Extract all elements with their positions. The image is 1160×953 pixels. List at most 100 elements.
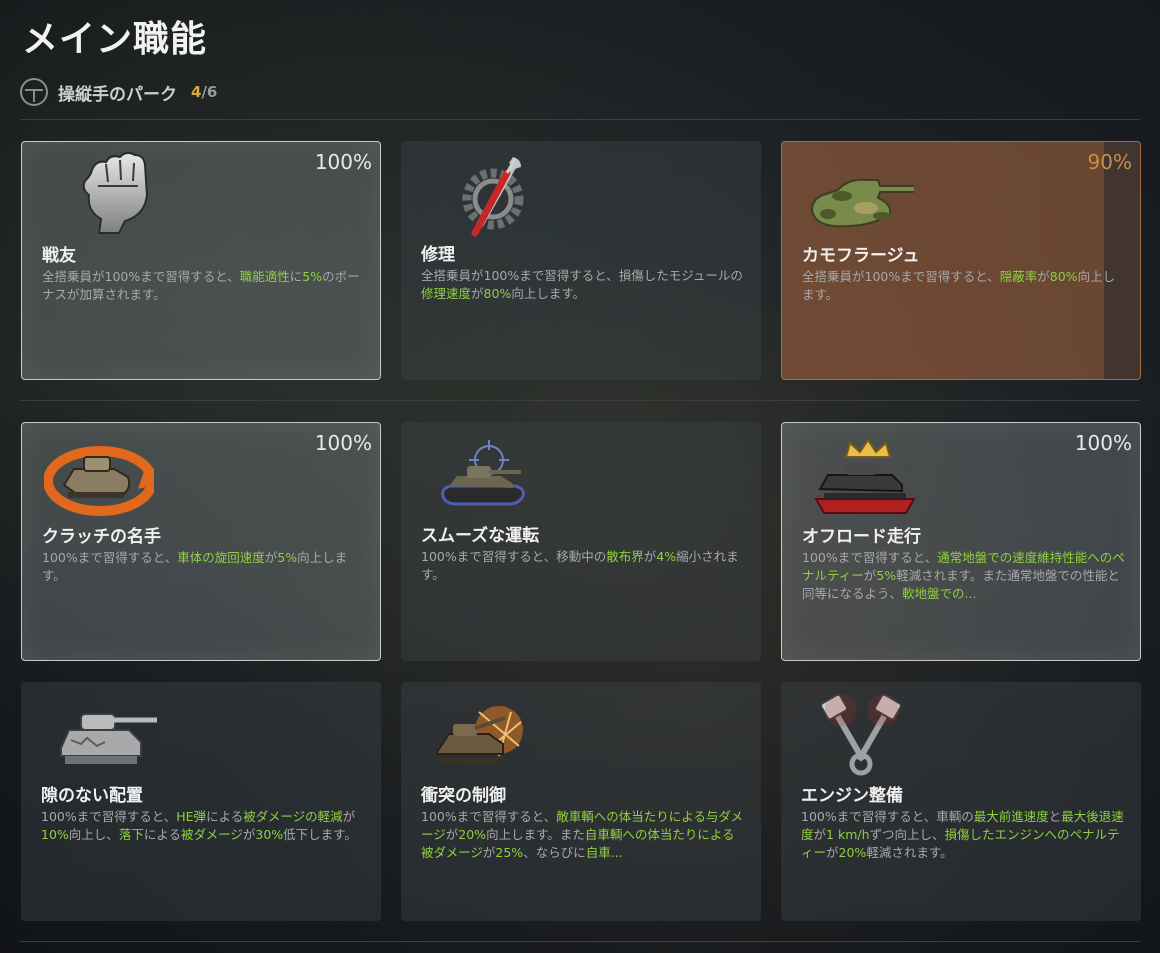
description-text: 、ならびに: [523, 845, 586, 860]
description-text: が: [863, 568, 877, 583]
perk-percent: 100%: [314, 150, 372, 174]
perk-description: 100%まで習得すると、移動中の散布界が4%縮小されます。: [421, 548, 746, 584]
perk-percent: 100%: [314, 431, 372, 455]
perk-card-smooth-ride[interactable]: スムーズな運転 100%まで習得すると、移動中の散布界が4%縮小されます。: [401, 422, 761, 661]
description-text: 100%まで習得すると、: [42, 550, 178, 565]
perk-name: エンジン整備: [801, 786, 903, 806]
pistons-icon: [820, 693, 902, 776]
description-text: による: [206, 809, 244, 824]
perk-count-total: /6: [201, 83, 218, 101]
divider: [20, 941, 1140, 942]
perk-name: 衝突の制御: [421, 786, 506, 806]
perk-card-controlled-impact[interactable]: 衝突の制御 100%まで習得すると、敵車輌への体当たりによる与ダメージが20%向…: [401, 682, 761, 921]
highlight-text: 20%: [838, 845, 867, 860]
description-text: に: [289, 269, 303, 284]
perk-name: 戦友: [42, 246, 76, 266]
perk-name: スムーズな運転: [421, 526, 540, 546]
highlight-text: 1 km/h: [826, 827, 870, 842]
page-title: メイン職能: [22, 19, 208, 60]
highlight-text: 被ダメージ: [180, 827, 243, 842]
description-text: が: [813, 827, 827, 842]
perk-count-current: 4: [191, 83, 202, 101]
description-text: が: [1037, 269, 1050, 284]
perk-card-brothers-in-arms[interactable]: 100% 戦友 全搭乗員が100%まで習得すると、職能適性に5%のボーナスが加算…: [21, 141, 381, 380]
description-text: 100%まで習得すると、: [802, 550, 938, 565]
highlight-text: 4%: [656, 549, 677, 564]
highlight-text: 5%: [302, 269, 323, 284]
perk-card-engine-tuning[interactable]: エンジン整備 100%まで習得すると、車輌の最大前進速度と最大後退速度が1 km…: [781, 682, 1141, 921]
highlight-text: 被ダメージの軽減: [243, 809, 343, 824]
description-text: 100%まで習得すると、移動中の: [421, 549, 607, 564]
perk-name: 修理: [421, 245, 455, 265]
description-text: による: [143, 827, 181, 842]
description-text: が: [826, 845, 839, 860]
description-text: が: [242, 827, 256, 842]
armored-tank-icon: [60, 713, 157, 764]
description-text: ずつ向上し、: [869, 827, 945, 842]
description-text: 向上します。: [511, 286, 586, 301]
perk-description: 全搭乗員が100%まで習得すると、損傷したモジュールの修理速度が80%向上します…: [421, 267, 746, 303]
highlight-text: 隠蔽率: [999, 269, 1038, 284]
fist-icon: [82, 152, 149, 234]
perk-description: 全搭乗員が100%まで習得すると、隠蔽率が80%向上します。: [802, 268, 1127, 304]
crowned-tank-icon: [814, 438, 916, 514]
perk-percent: 90%: [1087, 150, 1132, 174]
perk-description: 100%まで習得すると、通常地盤での速度維持性能へのペナルティーが5%軽減されま…: [802, 549, 1127, 603]
description-text: 100%まで習得すると、: [41, 809, 177, 824]
description-text: 100%まで習得すると、: [421, 809, 557, 824]
highlight-text: 30%: [255, 827, 284, 842]
highlight-text: 職能適性: [239, 269, 290, 284]
perk-percent: 100%: [1074, 431, 1132, 455]
perk-card-armored-placement[interactable]: 隙のない配置 100%まで習得すると、HE弾による被ダメージの軽減が10%向上し…: [21, 682, 381, 921]
divider: [20, 400, 1140, 401]
description-text: 全搭乗員が100%まで習得すると、: [42, 269, 240, 284]
perk-name: オフロード走行: [802, 527, 921, 547]
perk-name: カモフラージュ: [802, 246, 920, 266]
perk-card-off-road-driving[interactable]: 100% オフロード走行 100%まで習得すると、通常地盤での速度維持性能へのペ…: [781, 422, 1141, 661]
highlight-text: 25%: [495, 845, 524, 860]
highlight-text: HE弾: [176, 809, 207, 824]
highlight-text: 10%: [41, 827, 69, 842]
highlight-text: 自車...: [585, 845, 623, 860]
perk-card-clutch-virtuoso[interactable]: 100% クラッチの名手 100%まで習得すると、車体の旋回速度が5%向上します…: [21, 422, 381, 661]
perk-group-header: 操縦手のパーク 4/6: [20, 78, 217, 106]
description-text: が: [264, 550, 278, 565]
highlight-text: 80%: [1049, 269, 1078, 284]
highlight-text: 車体の旋回速度: [177, 550, 265, 565]
highlight-text: 軟地盤での...: [902, 586, 977, 601]
description-text: が: [482, 845, 496, 860]
description-text: 100%まで習得すると、車輌の: [801, 809, 974, 824]
description-text: 低下します。: [283, 827, 357, 842]
divider: [20, 119, 1140, 120]
perk-card-repair[interactable]: 修理 全搭乗員が100%まで習得すると、損傷したモジュールの修理速度が80%向上…: [401, 141, 761, 380]
highlight-text: 散布界: [606, 549, 644, 564]
wrench-gear-icon: [462, 157, 524, 237]
highlight-text: 修理速度: [421, 286, 472, 301]
perk-description: 100%まで習得すると、敵車輌への体当たりによる与ダメージが20%向上します。ま…: [421, 808, 746, 862]
clutch-tank-icon: [44, 446, 154, 516]
perk-card-camouflage[interactable]: 90% カモフラージュ 全搭乗員が100%まで習得すると、隠蔽率が80%向上しま…: [781, 141, 1141, 380]
description-text: が: [643, 549, 657, 564]
perk-name: クラッチの名手: [42, 527, 161, 547]
ram-tank-icon: [436, 706, 523, 764]
description-text: と: [1048, 809, 1062, 824]
smooth-drive-tank-icon: [441, 440, 525, 506]
highlight-text: 最大前進速度: [973, 809, 1049, 824]
camo-tank-icon: [810, 178, 914, 228]
perk-description: 全搭乗員が100%まで習得すると、職能適性に5%のボーナスが加算されます。: [42, 268, 367, 304]
highlight-text: 5%: [277, 550, 298, 565]
steering-wheel-icon: [20, 78, 48, 106]
highlight-text: 80%: [483, 286, 512, 301]
perk-description: 100%まで習得すると、HE弾による被ダメージの軽減が10%向上し、落下による被…: [41, 808, 366, 844]
description-text: が: [445, 827, 459, 842]
perk-description: 100%まで習得すると、車輌の最大前進速度と最大後退速度が1 km/hずつ向上し…: [801, 808, 1126, 862]
description-text: 向上します。また: [486, 827, 585, 842]
perk-count: 4/6: [191, 83, 217, 101]
highlight-text: 落下: [118, 827, 144, 842]
description-text: 全搭乗員が100%まで習得すると、: [802, 269, 1000, 284]
description-text: 軽減されます。: [866, 845, 953, 860]
description-text: が: [471, 286, 484, 301]
perk-group-label: 操縦手のパーク: [58, 84, 177, 105]
description-text: 全搭乗員が100%まで習得すると、損傷したモジュールの: [421, 268, 743, 283]
perk-description: 100%まで習得すると、車体の旋回速度が5%向上します。: [42, 549, 367, 585]
